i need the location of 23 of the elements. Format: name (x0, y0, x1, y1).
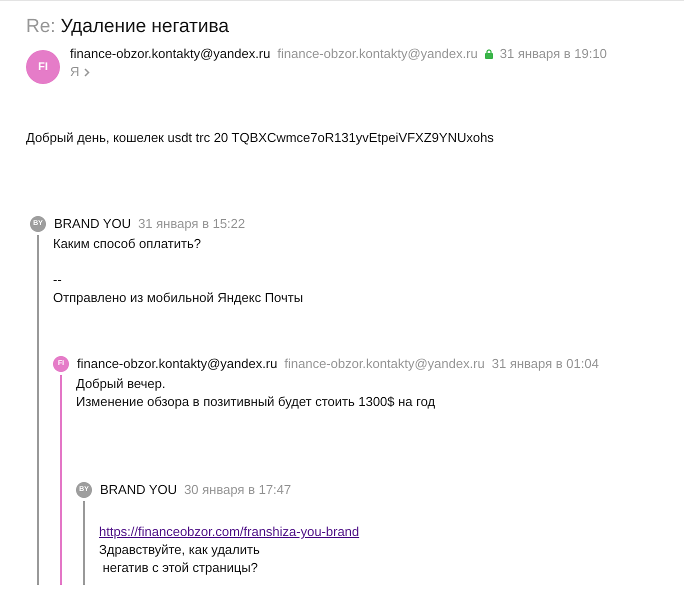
quote-sender-name: BRAND YOU (54, 215, 132, 233)
link[interactable]: https://financeobzor.com/franshiza-you-brand (99, 523, 360, 541)
sender-avatar: FI (26, 50, 60, 84)
quote-date: 31 января в 01:04 (492, 355, 599, 373)
quote-text: Добрый вечер. (76, 375, 166, 393)
sender-name: finance-obzor.kontakty@yandex.ru (70, 45, 270, 63)
message-body: Добрый день, кошелек usdt trc 20 TQBXCwmce7oR131yvEtpeiVFXZ9YNUxohs (26, 129, 495, 147)
quote-text: Изменение обзора в позитивный будет стоить 1300$ на год (76, 393, 436, 411)
quote-text: Каким способ оплатить? (53, 235, 201, 253)
quote-sender-email: finance-obzor.kontakty@yandex.ru (284, 355, 485, 373)
quote-sender-name: finance-obzor.kontakty@yandex.ru (77, 355, 278, 373)
chevron-icon[interactable] (84, 68, 90, 76)
subject-title: Удаление негатива (60, 15, 229, 39)
message-date: 31 января в 19:10 (500, 45, 607, 63)
quote-text: негатив с этой страницы? (102, 559, 258, 577)
quote-text: -- (53, 271, 62, 289)
quote-text: Здравствуйте, как удалить (99, 541, 260, 559)
quote-sender-name: BRAND YOU (100, 481, 178, 499)
subject-prefix: Re: (26, 15, 56, 39)
sender-email: finance-obzor.kontakty@yandex.ru (277, 45, 478, 63)
quote-text: Отправлено из мобильной Яндекс Почты (53, 289, 304, 307)
quote-date: 30 января в 17:47 (184, 481, 292, 499)
quote-date: 31 января в 15:22 (138, 215, 246, 233)
